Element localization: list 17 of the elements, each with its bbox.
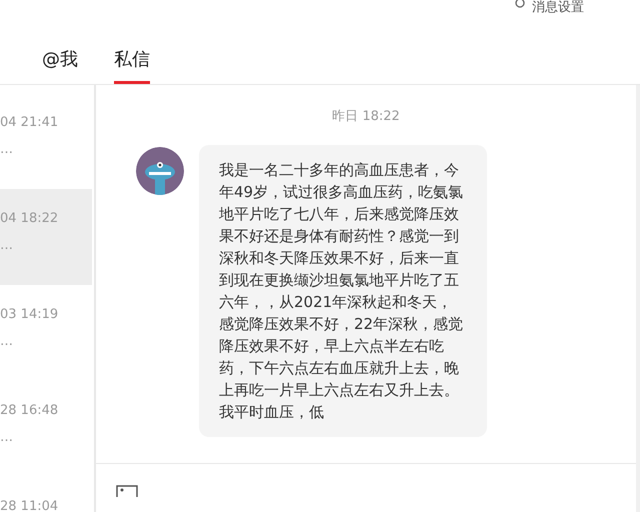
message-settings-link[interactable]: 消息设置 [532,0,584,16]
monster-avatar-icon [136,147,184,195]
conversation-item[interactable]: 04 18:22 … [0,189,92,285]
conversation-time: 04 21:41 [0,115,58,130]
tab[interactable]: @我 [42,47,78,84]
conversation-preview: … [0,142,13,157]
conversation-preview: … [0,430,13,445]
conversation-time: 03 14:19 [0,307,58,322]
conversation-time: 28 16:48 [0,403,58,418]
conversation-time: 28 11:04 [0,499,58,512]
conversation-preview: … [0,238,13,253]
message-timestamp: 昨日 18:22 [332,108,400,125]
conversation-preview: … [0,334,13,349]
tab[interactable]: 私信 [114,47,150,84]
image-icon[interactable] [116,485,138,497]
message-bubble: 我是一名二十多年的高血压患者，今年49岁，试过很多高血压药，吃氨氯地平片吃了七八年，后来感觉降压效果不好还是身体有耐药性？感觉一到深秋和冬天降压效果不好，后来一直到现在更换缬沙坦氨氯地平片吃了五六年，，从2021年深秋起和冬天，感觉降压效果不好，22年深秋，感觉降压效果不好，早上六点半左右吃药，下午六点左右血压就升上去，晚上再吃一片早上六点左右又升上去。我平时血压，低 [199,145,487,437]
conversation-time: 04 18:22 [0,211,58,226]
